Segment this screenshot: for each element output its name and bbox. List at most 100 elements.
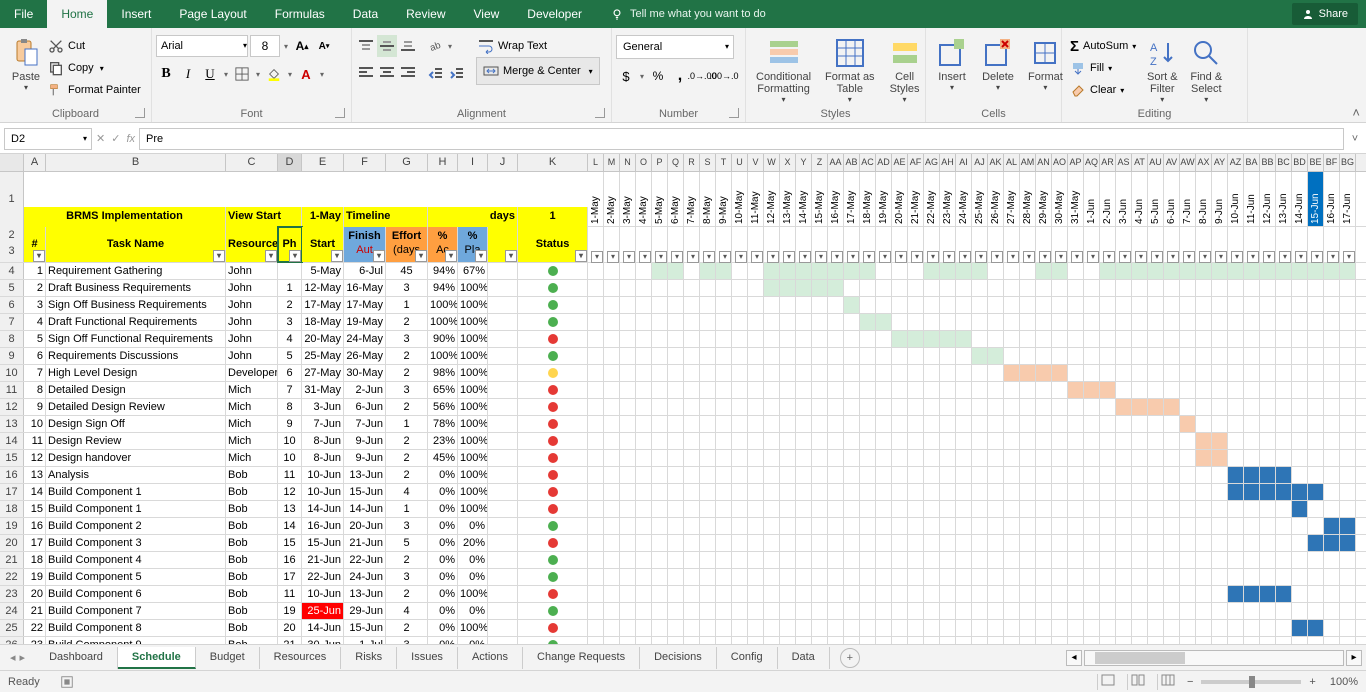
fill-button[interactable]: Fill▾	[1066, 57, 1140, 79]
filter-dropdown-icon[interactable]: ▾	[671, 251, 683, 263]
col-header-L[interactable]: L	[588, 154, 604, 171]
date-header-7-May[interactable]: 7-May	[684, 172, 700, 227]
row-header-22[interactable]: 22	[0, 569, 24, 585]
sort-filter-button[interactable]: AZ Sort & Filter▾	[1140, 35, 1184, 106]
scroll-track[interactable]	[1084, 650, 1344, 666]
row-header-25[interactable]: 25	[0, 620, 24, 636]
underline-button[interactable]: U	[200, 63, 220, 85]
align-left-button[interactable]	[356, 61, 376, 83]
sheet-tab-config[interactable]: Config	[717, 647, 778, 669]
filter-dropdown-icon[interactable]: ▾	[927, 251, 939, 263]
normal-view-button[interactable]	[1097, 674, 1119, 690]
col-header-BA[interactable]: BA	[1244, 154, 1260, 171]
filter-dropdown-icon[interactable]: ▾	[1343, 251, 1355, 263]
insert-cells-button[interactable]: Insert▾	[930, 35, 974, 94]
col-header-AF[interactable]: AF	[908, 154, 924, 171]
align-bottom-button[interactable]	[398, 35, 418, 57]
menu-tab-file[interactable]: File	[0, 0, 47, 28]
row-header-10[interactable]: 10	[0, 365, 24, 381]
date-header-15-May[interactable]: 15-May	[812, 172, 828, 227]
row-header-12[interactable]: 12	[0, 399, 24, 415]
date-header-7-Jun[interactable]: 7-Jun	[1180, 172, 1196, 227]
col-header-BG[interactable]: BG	[1340, 154, 1356, 171]
filter-dropdown-icon[interactable]: ▾	[289, 250, 301, 262]
filter-dropdown-icon[interactable]: ▾	[895, 251, 907, 263]
row-header-11[interactable]: 11	[0, 382, 24, 398]
filter-dropdown-icon[interactable]: ▾	[1199, 251, 1211, 263]
date-header-4-Jun[interactable]: 4-Jun	[1132, 172, 1148, 227]
col-header-W[interactable]: W	[764, 154, 780, 171]
date-header-1-May[interactable]: 1-May	[588, 172, 604, 227]
date-header-6-May[interactable]: 6-May	[668, 172, 684, 227]
col-header-BF[interactable]: BF	[1324, 154, 1340, 171]
col-header-G[interactable]: G	[386, 154, 428, 171]
col-header-J[interactable]: J	[488, 154, 518, 171]
filter-dropdown-icon[interactable]: ▾	[639, 251, 651, 263]
new-sheet-button[interactable]: +	[840, 648, 860, 668]
name-box[interactable]: D2▾	[4, 128, 92, 150]
date-header-2-Jun[interactable]: 2-Jun	[1100, 172, 1116, 227]
filter-dropdown-icon[interactable]: ▾	[415, 250, 427, 262]
filter-dropdown-icon[interactable]: ▾	[703, 251, 715, 263]
row-header-6[interactable]: 6	[0, 297, 24, 313]
date-header-9-Jun[interactable]: 9-Jun	[1212, 172, 1228, 227]
filter-dropdown-icon[interactable]: ▾	[751, 251, 763, 263]
col-header-N[interactable]: N	[620, 154, 636, 171]
date-header-8-Jun[interactable]: 8-Jun	[1196, 172, 1212, 227]
menu-tab-review[interactable]: Review	[392, 0, 459, 28]
col-header-AO[interactable]: AO	[1052, 154, 1068, 171]
date-header-13-Jun[interactable]: 13-Jun	[1276, 172, 1292, 227]
date-header-3-Jun[interactable]: 3-Jun	[1116, 172, 1132, 227]
select-all-corner[interactable]	[0, 154, 24, 171]
filter-dropdown-icon[interactable]: ▾	[1327, 251, 1339, 263]
col-header-X[interactable]: X	[780, 154, 796, 171]
filter-dropdown-icon[interactable]: ▾	[575, 250, 587, 262]
date-header-21-May[interactable]: 21-May	[908, 172, 924, 227]
sheet-tab-resources[interactable]: Resources	[260, 647, 342, 669]
increase-indent-button[interactable]	[446, 61, 466, 83]
col-header-AB[interactable]: AB	[844, 154, 860, 171]
col-header-AR[interactable]: AR	[1100, 154, 1116, 171]
date-header-20-May[interactable]: 20-May	[892, 172, 908, 227]
row-header-2[interactable]: 23	[0, 227, 24, 262]
alignment-launcher[interactable]	[595, 108, 605, 118]
col-header-BB[interactable]: BB	[1260, 154, 1276, 171]
col-header-S[interactable]: S	[700, 154, 716, 171]
date-header-30-May[interactable]: 30-May	[1052, 172, 1068, 227]
col-header-AX[interactable]: AX	[1196, 154, 1212, 171]
menu-tab-page-layout[interactable]: Page Layout	[165, 0, 260, 28]
filter-dropdown-icon[interactable]: ▾	[1151, 251, 1163, 263]
row-header-19[interactable]: 19	[0, 518, 24, 534]
filter-dropdown-icon[interactable]: ▾	[1087, 251, 1099, 263]
col-header-BC[interactable]: BC	[1276, 154, 1292, 171]
filter-dropdown-icon[interactable]: ▾	[1183, 251, 1195, 263]
tab-nav-last[interactable]: ▸	[20, 651, 26, 664]
col-header-M[interactable]: M	[604, 154, 620, 171]
sheet-tab-risks[interactable]: Risks	[341, 647, 397, 669]
date-header-16-Jun[interactable]: 16-Jun	[1324, 172, 1340, 227]
format-as-table-button[interactable]: Format as Table▾	[819, 35, 881, 106]
decrease-indent-button[interactable]	[425, 61, 445, 83]
col-header-H[interactable]: H	[428, 154, 458, 171]
zoom-level[interactable]: 100%	[1330, 676, 1358, 688]
date-header-14-May[interactable]: 14-May	[796, 172, 812, 227]
row-header-1[interactable]: 1	[0, 172, 24, 227]
filter-dropdown-icon[interactable]: ▾	[1247, 251, 1259, 263]
row-header-16[interactable]: 16	[0, 467, 24, 483]
filter-dropdown-icon[interactable]: ▾	[505, 250, 517, 262]
col-header-E[interactable]: E	[302, 154, 344, 171]
row-header-4[interactable]: 4	[0, 263, 24, 279]
row-header-24[interactable]: 24	[0, 603, 24, 619]
date-header-13-May[interactable]: 13-May	[780, 172, 796, 227]
col-header-A[interactable]: A	[24, 154, 46, 171]
tell-me-search[interactable]: Tell me what you want to do	[610, 7, 766, 21]
filter-dropdown-icon[interactable]: ▾	[1023, 251, 1035, 263]
date-header-8-May[interactable]: 8-May	[700, 172, 716, 227]
col-header-AW[interactable]: AW	[1180, 154, 1196, 171]
filter-dropdown-icon[interactable]: ▾	[1311, 251, 1323, 263]
enter-formula-icon[interactable]: ✓	[111, 132, 120, 145]
col-header-AI[interactable]: AI	[956, 154, 972, 171]
filter-dropdown-icon[interactable]: ▾	[879, 251, 891, 263]
selected-cell-D2[interactable]: Ph▾	[278, 227, 302, 262]
col-header-C[interactable]: C	[226, 154, 278, 171]
